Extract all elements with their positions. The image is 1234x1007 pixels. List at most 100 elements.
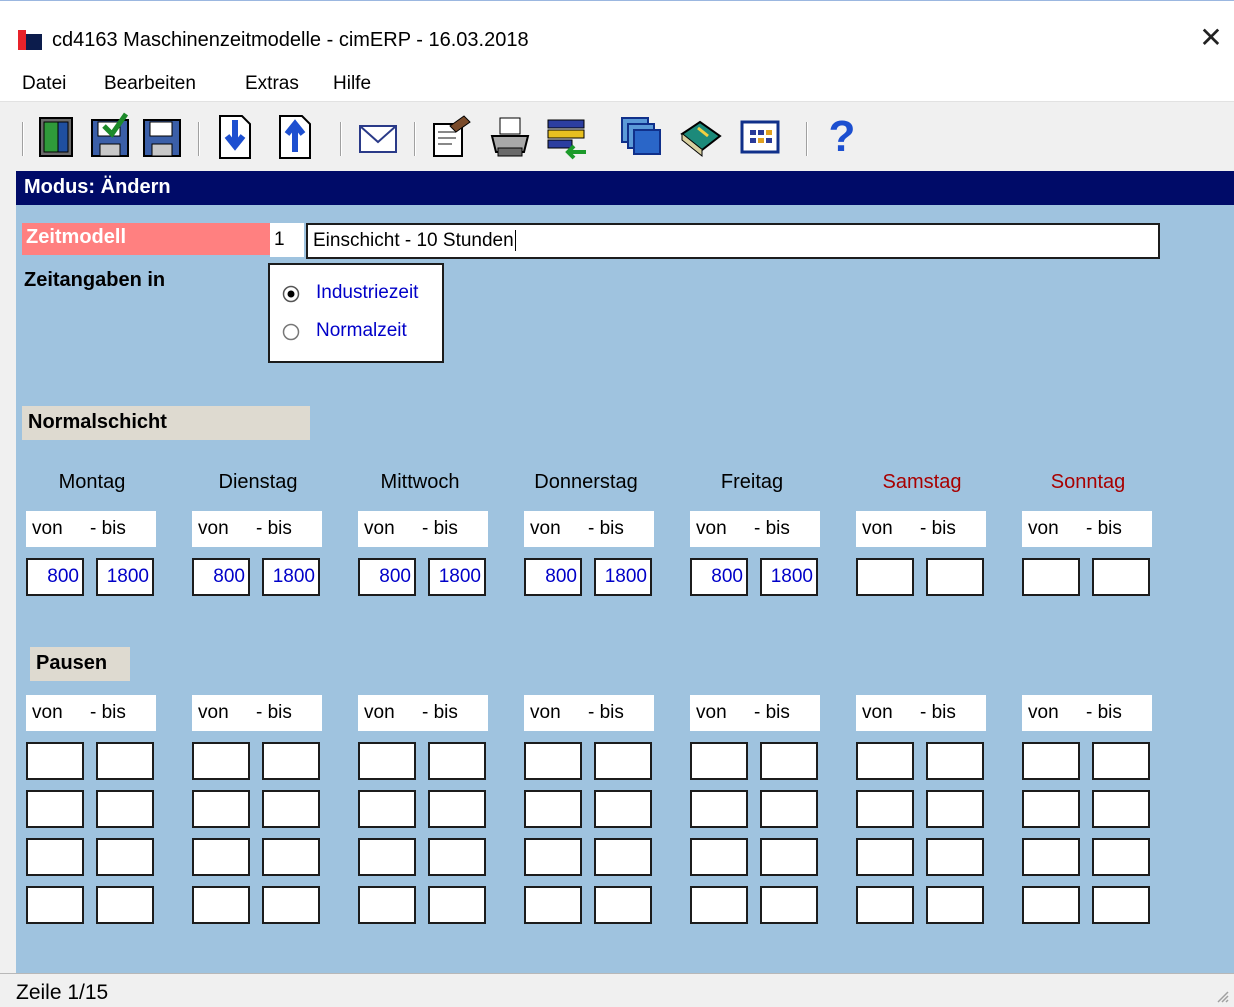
pause-bis-field-donnerstag-3[interactable] [594,838,652,876]
pause-von-field-montag-4[interactable] [26,886,84,924]
pause-bis-field-mittwoch-4[interactable] [428,886,486,924]
pause-von-field-dienstag-2[interactable] [192,790,250,828]
pause-von-field-montag-2[interactable] [26,790,84,828]
print-icon[interactable] [488,112,532,162]
pause-bis-field-dienstag-3[interactable] [262,838,320,876]
shift-von-field-dienstag[interactable]: 800 [192,558,250,596]
list-transfer-icon[interactable] [544,112,588,162]
shift-bis-field-freitag[interactable]: 1800 [760,558,818,596]
shift-von-field-samstag[interactable] [856,558,914,596]
import-icon[interactable] [212,112,256,162]
pause-von-field-dienstag-3[interactable] [192,838,250,876]
pause-bis-field-montag-3[interactable] [96,838,154,876]
pause-von-field-freitag-2[interactable] [690,790,748,828]
pause-von-field-montag-1[interactable] [26,742,84,780]
pause-von-field-mittwoch-3[interactable] [358,838,416,876]
pause-von-field-samstag-1[interactable] [856,742,914,780]
pause-von-field-freitag-3[interactable] [690,838,748,876]
pause-von-field-sonntag-1[interactable] [1022,742,1080,780]
pause-bis-field-dienstag-4[interactable] [262,886,320,924]
zeitmodell-number-field[interactable]: 1 [270,223,304,257]
save-icon[interactable] [140,112,184,162]
properties-icon[interactable] [428,112,472,162]
exit-icon[interactable] [34,112,78,162]
book-icon[interactable] [678,112,722,162]
pause-bis-field-donnerstag-2[interactable] [594,790,652,828]
pause-von-field-mittwoch-4[interactable] [358,886,416,924]
pause-bis-field-freitag-4[interactable] [760,886,818,924]
bis-header: - bis [422,518,458,539]
pause-bis-field-sonntag-4[interactable] [1092,886,1150,924]
pause-von-field-dienstag-4[interactable] [192,886,250,924]
resize-grip-icon[interactable] [1216,990,1230,1004]
mail-icon[interactable] [356,112,400,162]
pause-von-field-freitag-4[interactable] [690,886,748,924]
save-close-icon[interactable] [88,112,132,162]
shift-header-sonntag: von - bis [1022,511,1152,547]
windows-icon[interactable] [620,112,664,162]
shift-von-field-sonntag[interactable] [1022,558,1080,596]
pause-bis-field-freitag-1[interactable] [760,742,818,780]
pause-von-field-donnerstag-2[interactable] [524,790,582,828]
shift-bis-field-sonntag[interactable] [1092,558,1150,596]
day-label-freitag: Freitag [720,471,784,493]
pause-bis-field-montag-2[interactable] [96,790,154,828]
shift-von-field-donnerstag[interactable]: 800 [524,558,582,596]
pause-von-field-freitag-1[interactable] [690,742,748,780]
shift-header-donnerstag: von - bis [524,511,654,547]
pause-bis-field-freitag-2[interactable] [760,790,818,828]
table-icon[interactable] [738,112,782,162]
menu-extras[interactable]: Extras [245,73,299,95]
pause-von-field-donnerstag-4[interactable] [524,886,582,924]
pause-bis-field-dienstag-2[interactable] [262,790,320,828]
menu-hilfe[interactable]: Hilfe [333,73,371,95]
pause-von-field-samstag-3[interactable] [856,838,914,876]
pause-von-field-mittwoch-2[interactable] [358,790,416,828]
pause-bis-field-samstag-4[interactable] [926,886,984,924]
text-cursor [514,230,521,251]
zeitmodell-name-field[interactable]: Einschicht - 10 Stunden [306,223,1160,259]
pause-bis-field-donnerstag-4[interactable] [594,886,652,924]
shift-von-field-freitag[interactable]: 800 [690,558,748,596]
close-button[interactable]: ✕ [1194,21,1228,55]
pause-bis-field-samstag-3[interactable] [926,838,984,876]
pause-von-field-samstag-2[interactable] [856,790,914,828]
pause-bis-field-montag-4[interactable] [96,886,154,924]
pause-bis-field-samstag-1[interactable] [926,742,984,780]
shift-von-field-montag[interactable]: 800 [26,558,84,596]
pause-bis-field-freitag-3[interactable] [760,838,818,876]
shift-bis-field-montag[interactable]: 1800 [96,558,154,596]
bis-header: - bis [90,702,126,723]
pause-bis-field-mittwoch-3[interactable] [428,838,486,876]
pause-von-field-sonntag-4[interactable] [1022,886,1080,924]
pause-bis-field-montag-1[interactable] [96,742,154,780]
bis-header: - bis [754,702,790,723]
menu-bearbeiten[interactable]: Bearbeiten [104,73,196,95]
shift-bis-field-donnerstag[interactable]: 1800 [594,558,652,596]
pause-bis-field-samstag-2[interactable] [926,790,984,828]
shift-bis-field-dienstag[interactable]: 1800 [262,558,320,596]
pause-von-field-sonntag-3[interactable] [1022,838,1080,876]
von-header: von [530,518,561,539]
shift-bis-field-samstag[interactable] [926,558,984,596]
export-icon[interactable] [272,112,316,162]
pause-von-field-mittwoch-1[interactable] [358,742,416,780]
pause-von-field-donnerstag-3[interactable] [524,838,582,876]
pause-bis-field-donnerstag-1[interactable] [594,742,652,780]
pause-bis-field-sonntag-1[interactable] [1092,742,1150,780]
shift-bis-field-mittwoch[interactable]: 1800 [428,558,486,596]
pause-bis-field-dienstag-1[interactable] [262,742,320,780]
pause-bis-field-sonntag-2[interactable] [1092,790,1150,828]
pause-bis-field-mittwoch-1[interactable] [428,742,486,780]
pause-von-field-dienstag-1[interactable] [192,742,250,780]
pause-bis-field-sonntag-3[interactable] [1092,838,1150,876]
pause-von-field-samstag-4[interactable] [856,886,914,924]
pause-von-field-donnerstag-1[interactable] [524,742,582,780]
bis-header: - bis [754,518,790,539]
pause-bis-field-mittwoch-2[interactable] [428,790,486,828]
help-icon[interactable]: ? [820,112,864,162]
pause-von-field-sonntag-2[interactable] [1022,790,1080,828]
shift-von-field-mittwoch[interactable]: 800 [358,558,416,596]
menu-datei[interactable]: Datei [22,73,66,95]
pause-von-field-montag-3[interactable] [26,838,84,876]
